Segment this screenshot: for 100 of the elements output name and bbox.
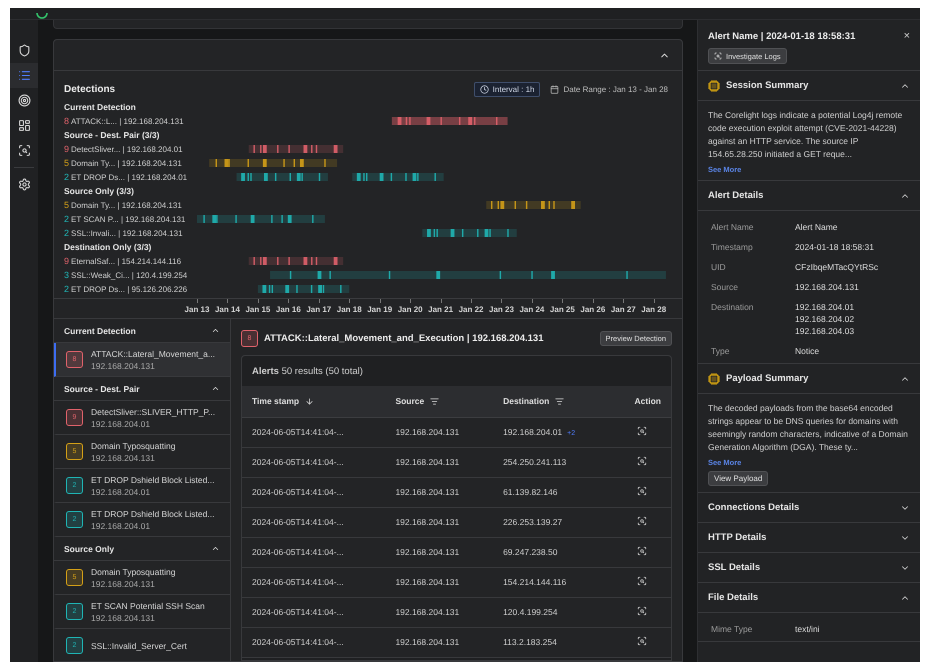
scan-search-icon[interactable] [637, 606, 647, 616]
detection-label: 5 Domain Ty... | 192.168.204.131 [64, 199, 183, 212]
table-cell: 154.214.144.116 [493, 567, 612, 597]
column-header[interactable]: Source [385, 386, 494, 417]
group-title: Source Only [64, 544, 114, 554]
axis-label: Jan 26 [580, 304, 606, 314]
axis-label: Jan 24 [519, 304, 544, 314]
axis-label: Jan 15 [245, 304, 270, 314]
filter-icon[interactable] [555, 396, 564, 406]
field-label: Mime Type [711, 623, 754, 635]
logo-icon [36, 13, 48, 19]
table-cell: 69.247.238.50 [493, 537, 612, 567]
section-title: Payload Summary [726, 373, 810, 384]
ip-address: 192.168.204.131 [91, 452, 156, 462]
view-payload-button[interactable]: View Payload [708, 471, 768, 486]
group-title: Source Only (3/3) [64, 185, 135, 198]
section-title: Connections Details [708, 502, 800, 513]
summary-text: The Corelight logs indicate a potential Log4j remote code execution exploit attempt (CVE-2021-44228) against an HTTP service. The source IP 154.65.28.250 initiated a GET reque... [708, 109, 904, 161]
filter-icon[interactable] [430, 396, 440, 406]
section-title: HTTP Details [708, 532, 768, 543]
field-value: text/ini [795, 623, 821, 635]
detection-title: ATTACK::Lateral_Movement_and_Execution | 192.168.204.131 [264, 332, 544, 344]
axis-label: Jan 22 [458, 304, 484, 314]
table-cell: 192.168.204.131 [385, 477, 494, 507]
section-title: Detections [64, 84, 116, 95]
ip-address: 192.168.204.01 [91, 418, 152, 428]
ai-chip-icon [708, 372, 720, 384]
collapse-icon[interactable] [211, 326, 220, 335]
detection-name: SSL::Invalid_Server_Cert [91, 640, 187, 650]
axis-label: Jan 17 [306, 304, 332, 314]
field-value: 192.168.204.131 [795, 281, 860, 293]
panel-title: Alert Name | 2024-01-18 18:58:31 [708, 30, 856, 42]
sort-arrow-icon[interactable] [305, 396, 314, 406]
detection-name: ET DROP Dshield Block Listed... [91, 474, 214, 484]
table-cell: 2024-06-05T14:41:04-... [242, 567, 386, 597]
detection-label: 3 SSL::Weak_Ci... | 120.4.199.254 [64, 269, 188, 282]
table-cell: 2024-06-05T14:41:04-... [242, 597, 386, 627]
collapse-icon[interactable] [211, 384, 220, 393]
table-cell: 192.168.204.131 [385, 597, 494, 627]
detection-label: 9 EternalSaf... | 154.214.144.116 [64, 255, 182, 268]
table-cell: 2024-06-05T14:41:04-... [242, 537, 386, 567]
axis-label: Jan 23 [489, 304, 514, 314]
scan-search-icon[interactable] [637, 456, 647, 466]
field-value: Alert Name [795, 221, 839, 233]
detection-name: ATTACK::Lateral_Movement_a... [91, 348, 215, 358]
detection-label: 2 ET DROP Ds... | 192.168.204.01 [64, 171, 188, 184]
group-title: Destination Only (3/3) [64, 241, 152, 254]
list-icon[interactable] [10, 63, 38, 88]
column-header[interactable]: Action [611, 386, 671, 417]
field-value: 192.168.204.02 [795, 313, 856, 325]
scan-search-icon [714, 52, 722, 60]
table-cell: 2024-06-05T14:41:04-... [242, 627, 386, 657]
table-cell: 113.2.183.254 [493, 627, 612, 657]
field-label: UID [711, 261, 727, 273]
table-cell: 226.253.139.27 [493, 507, 612, 537]
detection-name: DetectSliver::SLIVER_HTTP_P... [91, 406, 216, 416]
table-cell: 120.4.199.254 [493, 597, 612, 627]
calendar-icon [550, 85, 560, 94]
scan-search-icon[interactable] [637, 546, 647, 556]
interval-button[interactable]: Interval : 1h [474, 82, 540, 97]
detection-name: ET DROP Dshield Block Listed... [91, 508, 214, 518]
scan-search-icon[interactable] [637, 516, 647, 526]
table-cell: 2024-06-05T14:41:04-... [242, 477, 386, 507]
field-label: Source [711, 281, 739, 293]
detection-label: 2 ET DROP Ds... | 95.126.206.226 [64, 283, 188, 296]
clock-icon [480, 85, 489, 94]
table-cell: 192.168.204.131 [385, 567, 494, 597]
detection-label: 9 DetectSliver... | 192.168.204.01 [64, 143, 184, 156]
table-cell: 2024-06-05T14:41:04-... [242, 447, 386, 477]
scan-search-icon[interactable] [637, 576, 647, 586]
detection-label: 8 ATTACK::L... | 192.168.204.131 [64, 115, 185, 128]
ai-chip-icon [708, 80, 720, 92]
section-title: Alert Details [708, 190, 764, 201]
field-label: Timestamp [711, 241, 754, 253]
axis-label: Jan 25 [550, 304, 575, 314]
table-cell: 192.168.204.131 [385, 627, 494, 657]
collapse-icon[interactable] [211, 544, 220, 553]
table-cell: 192.168.204.131 [385, 507, 494, 537]
field-label: Destination [711, 301, 755, 314]
ip-address: 192.168.204.131 [91, 578, 156, 588]
axis-label: Jan 20 [398, 304, 423, 314]
detection-name: Domain Typosquatting [91, 566, 176, 576]
scan-search-icon[interactable] [637, 636, 647, 646]
axis-label: Jan 27 [610, 304, 636, 314]
table-cell: 2024-06-05T14:41:04-... [242, 507, 386, 537]
group-title: Source - Dest. Pair (3/3) [64, 129, 160, 142]
close-button[interactable]: × [904, 30, 910, 42]
axis-label: Jan 13 [184, 304, 210, 314]
scan-search-icon[interactable] [637, 486, 647, 496]
ip-address: 192.168.204.131 [91, 360, 156, 370]
axis-label: Jan 16 [276, 304, 301, 314]
axis-label: Jan 21 [428, 304, 454, 314]
field-label: Alert Name [711, 221, 755, 233]
section-title: Session Summary [726, 80, 810, 91]
section-title: File Details [708, 592, 760, 603]
column-header[interactable]: Destination [493, 386, 612, 417]
scan-search-icon[interactable] [637, 426, 647, 436]
field-value: CFzIbqeMTacQYtRSc [795, 261, 880, 273]
column-header[interactable]: Time stamp [242, 386, 386, 417]
group-title: Current Detection [64, 326, 136, 336]
